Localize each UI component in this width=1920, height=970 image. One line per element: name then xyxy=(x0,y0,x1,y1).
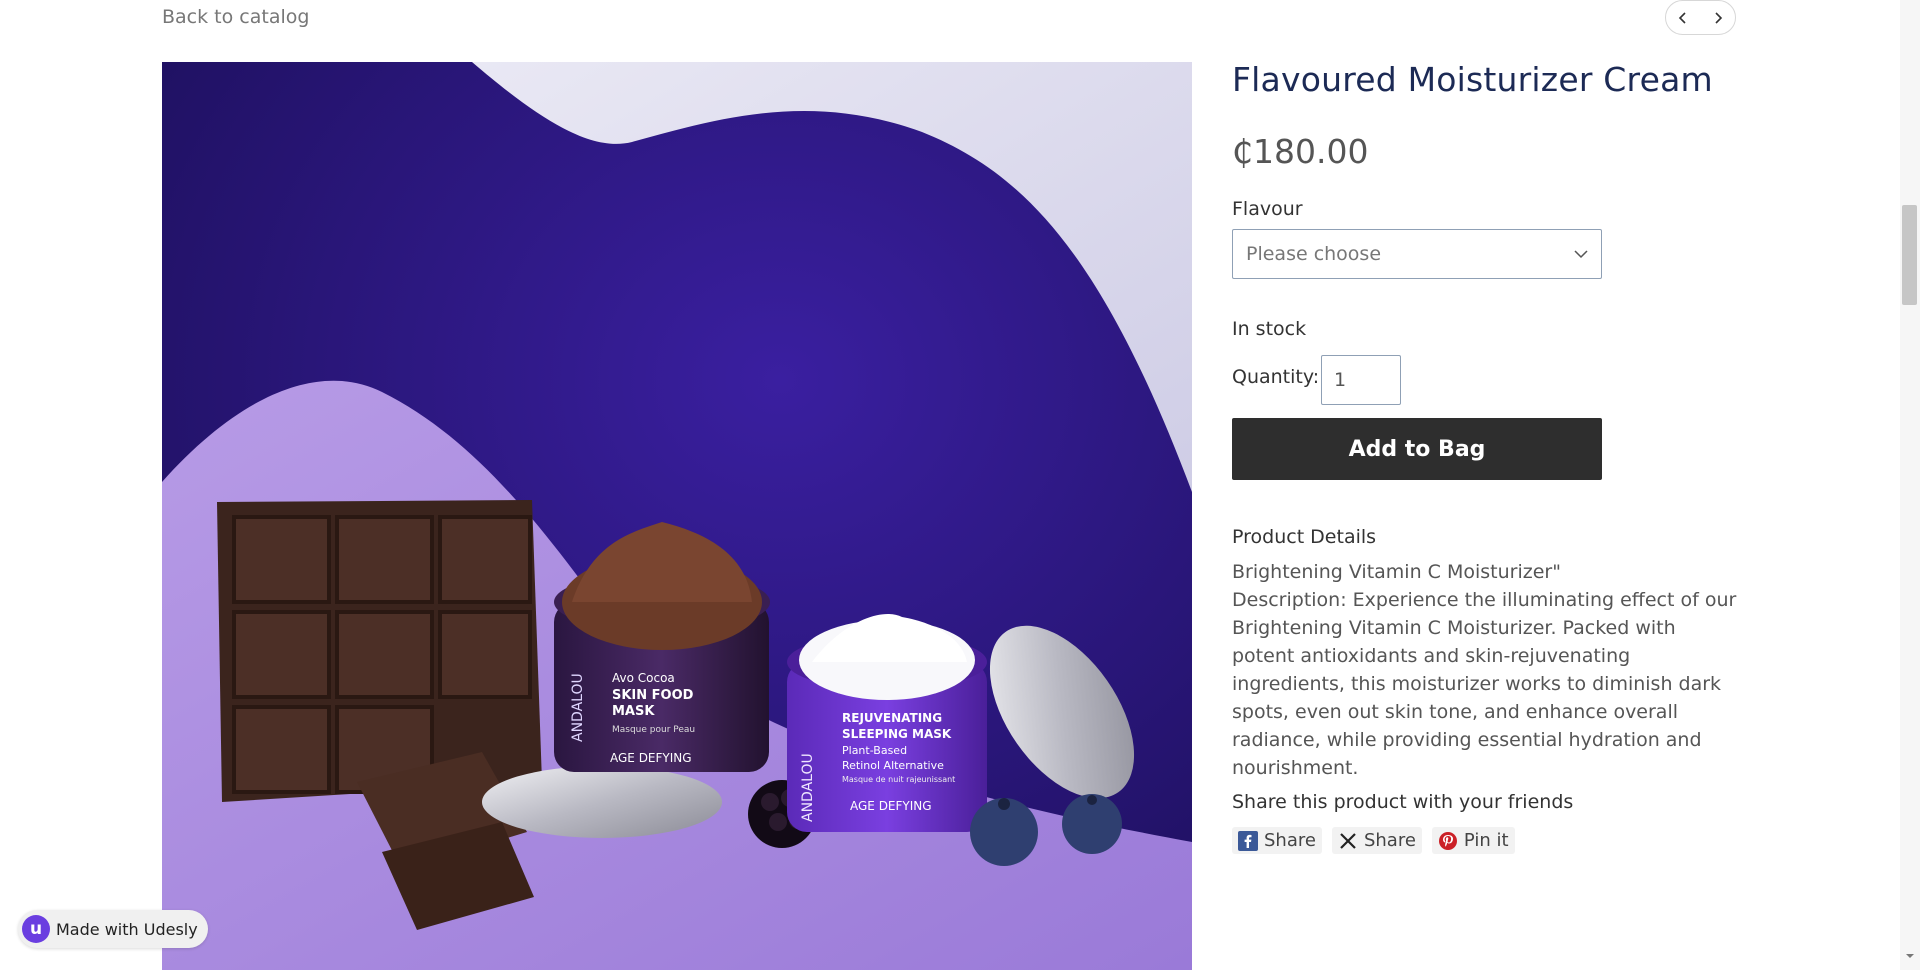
svg-text:SKIN FOOD: SKIN FOOD xyxy=(612,688,694,703)
details-line: Description: Experience the illuminating… xyxy=(1232,589,1737,779)
svg-text:ANDALOU: ANDALOU xyxy=(570,673,586,742)
flavour-select[interactable]: Please choose xyxy=(1232,229,1602,279)
x-share-button[interactable]: Share xyxy=(1331,827,1422,854)
chocolate-bar xyxy=(217,500,542,802)
svg-text:Plant-Based: Plant-Based xyxy=(842,744,907,757)
prev-product-button[interactable] xyxy=(1671,6,1695,30)
right-jar: ANDALOU REJUVENATING SLEEPING MASK Plant… xyxy=(787,614,987,832)
x-share-label: Share xyxy=(1363,830,1416,851)
top-bar: Back to catalog xyxy=(0,0,1900,50)
pinterest-pin-label: Pin it xyxy=(1463,830,1509,851)
pinterest-pin-button[interactable]: Pin it xyxy=(1431,827,1515,854)
svg-text:AGE DEFYING: AGE DEFYING xyxy=(610,751,692,765)
back-to-catalog-link[interactable]: Back to catalog xyxy=(162,6,309,28)
facebook-share-button[interactable]: Share xyxy=(1232,827,1322,854)
svg-text:Masque de nuit rajeunissant: Masque de nuit rajeunissant xyxy=(842,775,955,784)
svg-text:ANDALOU: ANDALOU xyxy=(800,753,816,822)
details-line: Brightening Vitamin C Moisturizer" xyxy=(1232,561,1561,583)
scrollbar-track[interactable] xyxy=(1900,0,1920,970)
next-product-button[interactable] xyxy=(1706,6,1730,30)
left-jar-lid xyxy=(482,766,722,838)
flavour-select-value: Please choose xyxy=(1246,243,1382,265)
product-info: Flavoured Moisturizer Cream ₵180.00 Flav… xyxy=(1232,60,1752,854)
flavour-label: Flavour xyxy=(1232,198,1303,220)
product-details-text: Brightening Vitamin C Moisturizer" Descr… xyxy=(1232,558,1742,782)
svg-text:SLEEPING MASK: SLEEPING MASK xyxy=(842,727,952,741)
product-title: Flavoured Moisturizer Cream xyxy=(1232,60,1713,99)
share-heading: Share this product with your friends xyxy=(1232,791,1574,813)
pinterest-icon xyxy=(1438,831,1457,850)
facebook-icon xyxy=(1238,830,1258,851)
share-buttons: Share Share Pin it xyxy=(1232,827,1515,854)
svg-text:MASK: MASK xyxy=(612,704,655,719)
product-price: ₵180.00 xyxy=(1232,132,1369,171)
quantity-input[interactable] xyxy=(1321,355,1401,405)
udesly-logo-icon: u xyxy=(22,915,50,943)
add-to-bag-button[interactable]: Add to Bag xyxy=(1232,418,1602,480)
product-pager xyxy=(1665,0,1736,35)
svg-text:Avo Cocoa: Avo Cocoa xyxy=(612,671,675,685)
chevron-left-icon xyxy=(1679,11,1686,24)
svg-text:Retinol Alternative: Retinol Alternative xyxy=(842,759,944,772)
svg-text:Masque pour Peau: Masque pour Peau xyxy=(612,725,695,735)
product-details-heading: Product Details xyxy=(1232,526,1377,548)
chevron-down-icon xyxy=(1574,250,1588,259)
x-icon xyxy=(1340,832,1356,849)
scrollbar-thumb[interactable] xyxy=(1902,205,1917,305)
chevron-right-icon xyxy=(1715,11,1722,24)
made-with-udesly-badge[interactable]: u Made with Udesly xyxy=(18,910,208,948)
facebook-share-label: Share xyxy=(1264,830,1316,851)
product-image: ANDALOU Avo Cocoa SKIN FOOD MASK Masque … xyxy=(162,62,1192,970)
scroll-down-arrow-icon[interactable] xyxy=(1904,950,1916,962)
quantity-label: Quantity: xyxy=(1232,366,1320,388)
stock-status: In stock xyxy=(1232,318,1307,340)
svg-text:REJUVENATING: REJUVENATING xyxy=(842,711,942,725)
svg-text:AGE DEFYING: AGE DEFYING xyxy=(850,799,932,813)
badge-label: Made with Udesly xyxy=(56,919,198,939)
